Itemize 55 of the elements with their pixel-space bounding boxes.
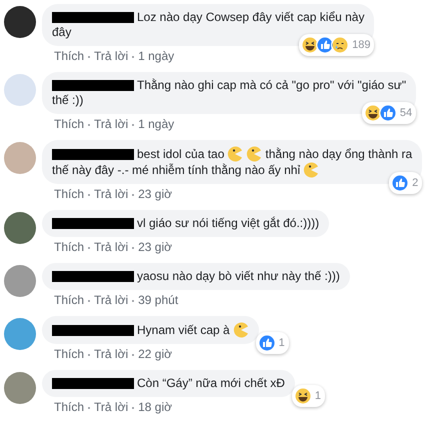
pacman-emoji-icon <box>232 322 249 338</box>
laughing-face-icon <box>364 104 382 122</box>
comment-time: 39 phút <box>138 292 178 309</box>
like-link[interactable]: Thích <box>54 239 84 256</box>
thumbs-up-icon <box>391 174 410 192</box>
pacman-emoji-icon <box>246 146 262 162</box>
comment-time: 18 giờ <box>138 399 172 416</box>
pacman-emoji-icon <box>227 146 244 162</box>
comment-time: 1 ngày <box>138 116 174 133</box>
comment-text: Hynam viết cap à <box>137 322 230 338</box>
comment-text: thế :)) <box>52 93 84 108</box>
comment-text: đây <box>52 25 72 40</box>
comment-text: thế này đây -.- mé nhiễm tính thằng nào ấy nhỉ <box>52 162 300 178</box>
comment-time: 23 giờ <box>138 186 172 203</box>
thumbs-up-icon <box>258 334 276 352</box>
reply-link[interactable]: Trả lời <box>94 239 128 256</box>
like-link[interactable]: Thích <box>54 186 84 203</box>
crying-face-icon <box>331 36 350 54</box>
reaction-badge[interactable]: 1 <box>256 332 289 354</box>
comment-time: 1 ngày <box>138 48 174 65</box>
reaction-count: 189 <box>352 39 370 51</box>
comment-text: Loz nào dạy Cowsep đây viết cap kiểu này <box>137 10 364 25</box>
thumbs-up-icon <box>378 104 397 122</box>
reply-link[interactable]: Trả lời <box>94 346 128 363</box>
like-link[interactable]: Thích <box>54 399 84 416</box>
reply-link[interactable]: Trả lời <box>94 48 128 65</box>
comment-time: 23 giờ <box>138 239 172 256</box>
reply-link[interactable]: Trả lời <box>94 399 128 416</box>
reaction-count: 1 <box>278 337 285 349</box>
like-link[interactable]: Thích <box>54 48 84 65</box>
reaction-badge[interactable]: 1 <box>292 385 325 407</box>
reaction-badge[interactable]: 2 <box>389 172 422 194</box>
pacman-emoji-icon <box>303 162 320 178</box>
reaction-count: 1 <box>314 390 321 402</box>
like-link[interactable]: Thích <box>54 346 84 363</box>
comment-text: thằng nào dạy ổng thành ra <box>265 146 412 162</box>
comment-text: Còn “Gáy” nữa mới chết xĐ <box>137 376 285 391</box>
comment-time: 22 giờ <box>138 346 172 363</box>
laughing-face-icon <box>294 387 312 405</box>
comment-text: vl giáo sư nói tiếng việt gắt đó.:)))) <box>137 216 320 231</box>
thumbs-up-icon <box>316 36 334 54</box>
reaction-badge[interactable]: 189 <box>299 34 374 56</box>
reaction-badge[interactable]: 54 <box>362 102 416 124</box>
reply-link[interactable]: Trả lời <box>94 116 128 133</box>
avatar[interactable] <box>4 6 36 38</box>
reply-link[interactable]: Trả lời <box>94 186 128 203</box>
laughing-face-icon <box>301 36 320 54</box>
comment-text: best idol của tao <box>137 146 224 162</box>
reaction-count: 2 <box>412 177 418 189</box>
comment-text: yaosu nào dạy bò viết như này thế :))) <box>137 269 340 284</box>
like-link[interactable]: Thích <box>54 116 84 133</box>
comment-text: Thằng nào ghi cap mà có cả "go pro" với "giáo sư" <box>137 78 406 93</box>
reply-link[interactable]: Trả lời <box>94 292 128 309</box>
reaction-count: 54 <box>400 107 412 119</box>
like-link[interactable]: Thích <box>54 292 84 309</box>
